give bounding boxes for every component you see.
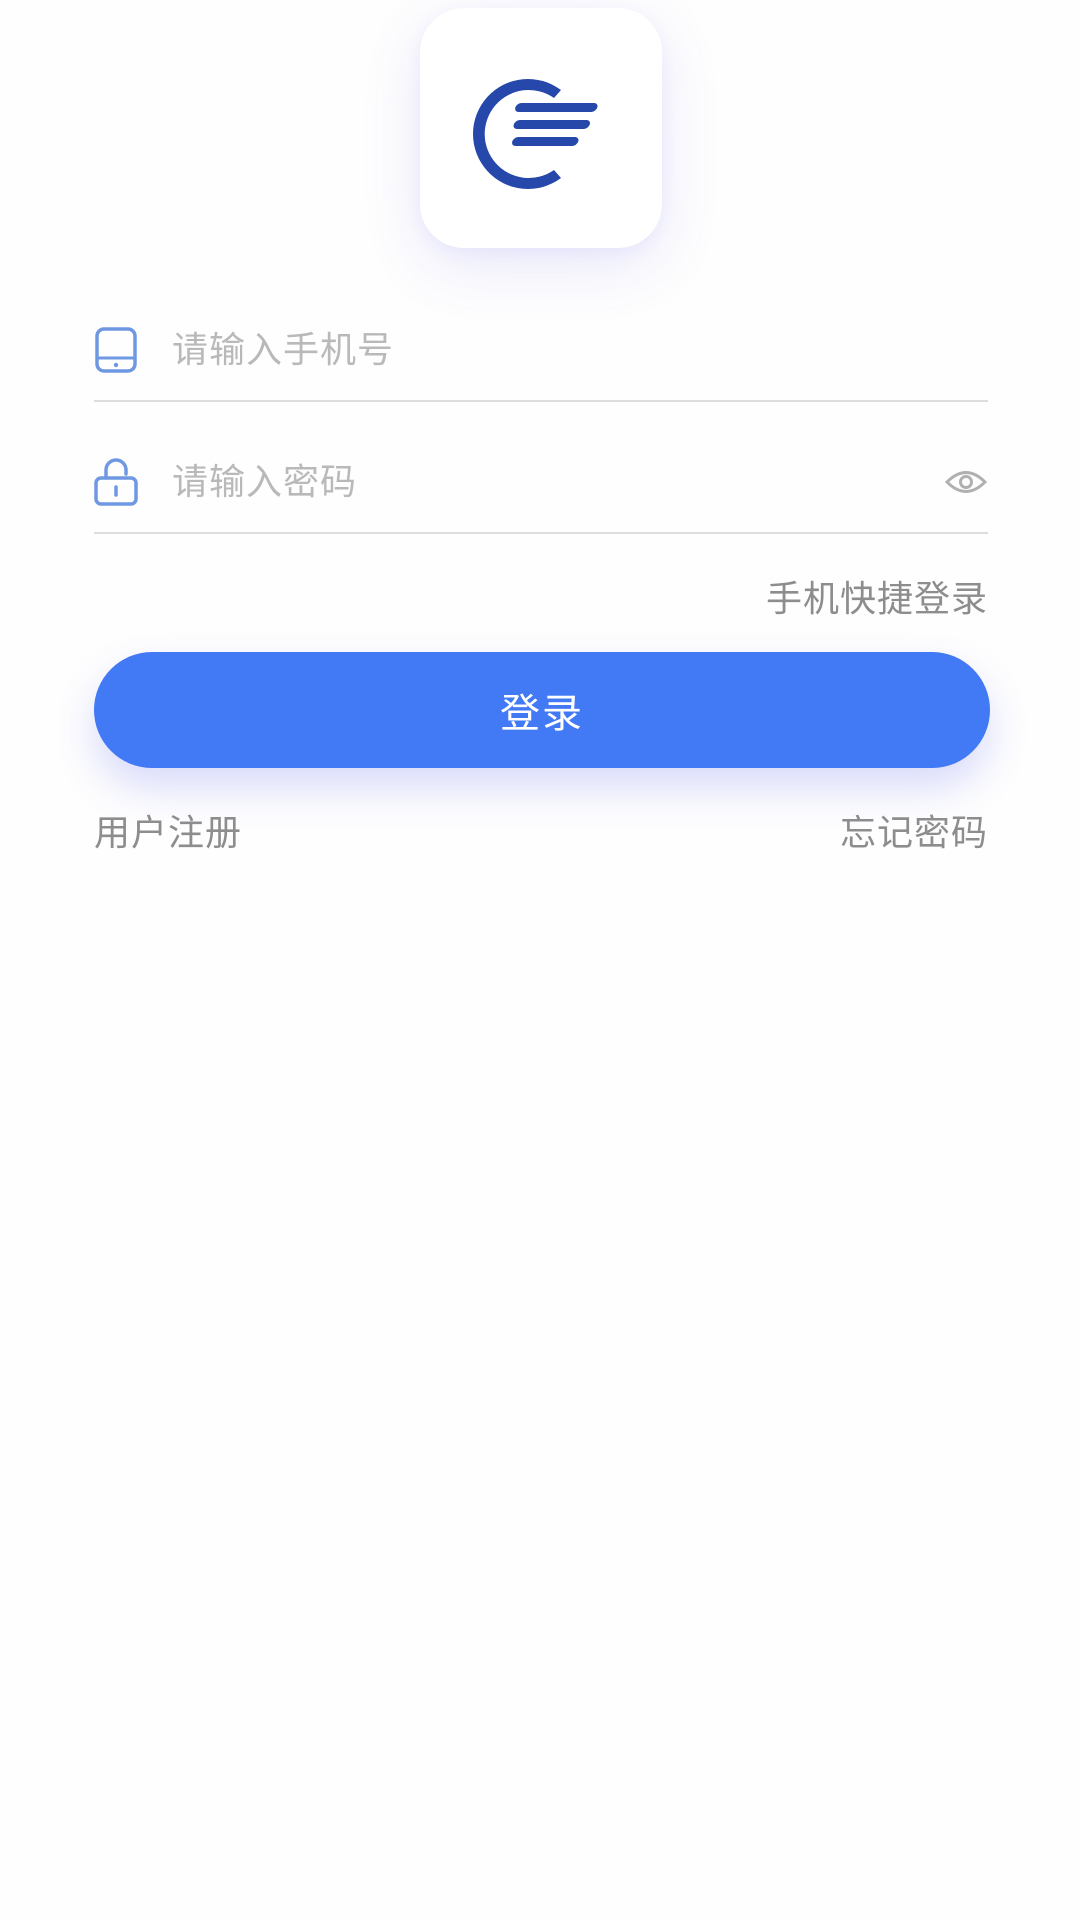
phone-field [94, 300, 988, 402]
phone-icon [94, 325, 138, 375]
password-field [94, 432, 988, 534]
eye-icon[interactable] [944, 464, 988, 500]
password-input[interactable] [172, 452, 944, 512]
quick-login-link[interactable]: 手机快捷登录 [766, 570, 988, 622]
register-link[interactable]: 用户注册 [94, 804, 242, 856]
app-logo [420, 8, 662, 248]
lock-icon [94, 457, 138, 507]
login-page: 手机快捷登录 登录 用户注册 忘记密码 [0, 0, 1080, 1920]
login-button[interactable]: 登录 [94, 652, 990, 768]
phone-input[interactable] [172, 320, 988, 380]
app-logo-icon [473, 79, 598, 190]
forgot-password-link[interactable]: 忘记密码 [840, 804, 988, 856]
